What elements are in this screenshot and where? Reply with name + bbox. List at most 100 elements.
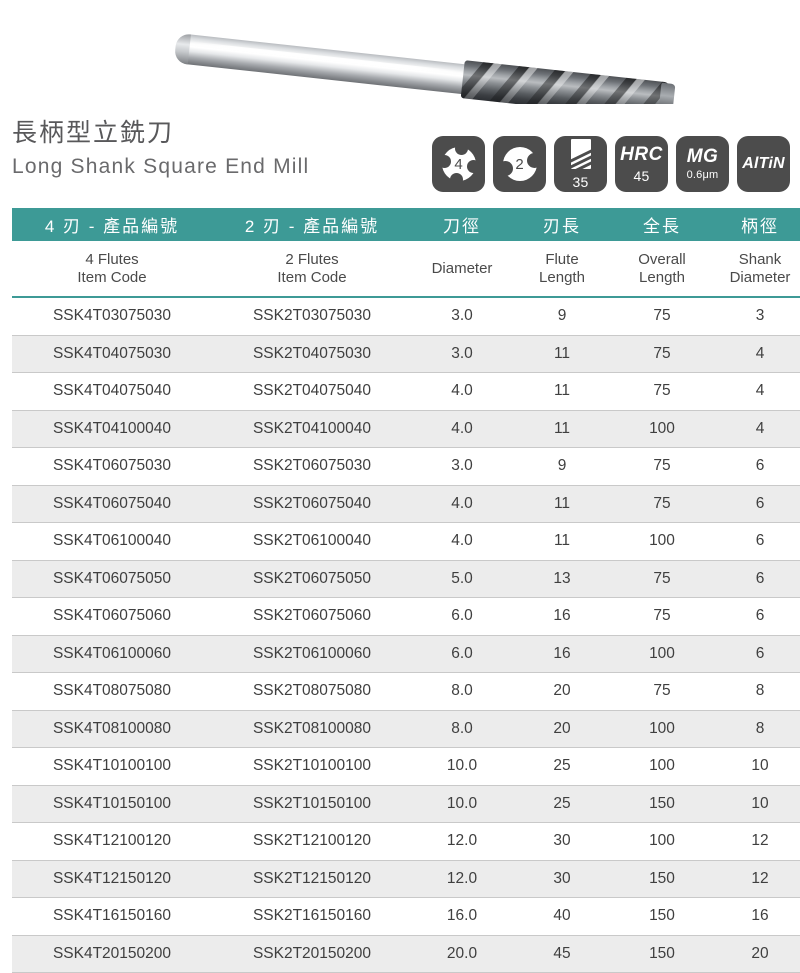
spec-badge-group: 4 2 35 HRC 45 MG 0.6μm AlTiN	[432, 136, 790, 192]
cell-overall-length: 75	[612, 335, 712, 373]
cell-overall-length: 100	[612, 522, 712, 561]
four-flute-cross-section-icon: 4	[437, 142, 480, 186]
table-header-row-chinese: 4 刃 - 產品編號 2 刃 - 產品編號 刀徑 刃長 全長 柄徑	[12, 208, 800, 241]
cell-shank-diameter: 16	[712, 897, 800, 936]
table-row: SSK4T06100040 SSK2T06100040 4.0 11 100 6	[12, 522, 800, 561]
cell-flute-length: 13	[512, 560, 612, 598]
cell-flute-length: 45	[512, 935, 612, 973]
cell-item-code-2-flutes: SSK2T16150160	[212, 897, 412, 936]
header-cn-shank-diameter: 柄徑	[712, 208, 800, 241]
specification-table-body: SSK4T03075030 SSK2T03075030 3.0 9 75 3 SSK4T04…	[12, 297, 800, 973]
header-cn-diameter: 刀徑	[412, 208, 512, 241]
flutes-4-value: 4	[454, 155, 463, 173]
cell-flute-length: 25	[512, 785, 612, 823]
table-row: SSK4T04075040 SSK2T04075040 4.0 11 75 4	[12, 372, 800, 411]
flutes-2-badge: 2	[493, 136, 546, 192]
cell-flute-length: 11	[512, 410, 612, 448]
cell-diameter: 5.0	[412, 560, 512, 598]
cell-item-code-4-flutes: SSK4T12100120	[12, 822, 212, 861]
cell-overall-length: 150	[612, 935, 712, 973]
table-row: SSK4T06075040 SSK2T06075040 4.0 11 75 6	[12, 485, 800, 523]
cell-flute-length: 20	[512, 710, 612, 748]
cell-item-code-2-flutes: SSK2T08100080	[212, 710, 412, 748]
cell-item-code-2-flutes: SSK2T06075030	[212, 447, 412, 486]
coating-thickness-badge: MG 0.6μm	[676, 136, 729, 192]
cell-item-code-2-flutes: SSK2T06100040	[212, 522, 412, 561]
header-cn-flute-length: 刃長	[512, 208, 612, 241]
cell-flute-length: 11	[512, 522, 612, 561]
table-row: SSK4T04075030 SSK2T04075030 3.0 11 75 4	[12, 335, 800, 373]
cell-item-code-2-flutes: SSK2T08075080	[212, 672, 412, 711]
cell-diameter: 3.0	[412, 297, 512, 336]
table-row: SSK4T08075080 SSK2T08075080 8.0 20 75 8	[12, 672, 800, 711]
cell-item-code-2-flutes: SSK2T06075050	[212, 560, 412, 598]
cell-item-code-2-flutes: SSK2T20150200	[212, 935, 412, 973]
cell-diameter: 3.0	[412, 447, 512, 486]
specification-table: 4 刃 - 產品編號 2 刃 - 產品編號 刀徑 刃長 全長 柄徑 4 Flut…	[12, 208, 800, 973]
header-cn-overall-length: 全長	[612, 208, 712, 241]
cell-item-code-2-flutes: SSK2T04075030	[212, 335, 412, 373]
cell-diameter: 4.0	[412, 485, 512, 523]
table-row: SSK4T03075030 SSK2T03075030 3.0 9 75 3	[12, 297, 800, 336]
cell-overall-length: 100	[612, 747, 712, 786]
header-en-diameter: Diameter	[412, 241, 512, 298]
cell-overall-length: 75	[612, 485, 712, 523]
cell-flute-length: 16	[512, 597, 612, 636]
coating-type-label: AlTiN	[742, 155, 785, 172]
cell-shank-diameter: 12	[712, 822, 800, 861]
table-header-row-english: 4 Flutes Item Code 2 Flutes Item Code Diam…	[12, 241, 800, 298]
cell-item-code-4-flutes: SSK4T12150120	[12, 860, 212, 898]
coating-thickness-value: 0.6μm	[686, 169, 719, 181]
cell-item-code-4-flutes: SSK4T10150100	[12, 785, 212, 823]
cell-item-code-4-flutes: SSK4T06075040	[12, 485, 212, 523]
cell-overall-length: 150	[612, 785, 712, 823]
cell-shank-diameter: 8	[712, 672, 800, 711]
cell-flute-length: 9	[512, 447, 612, 486]
cell-diameter: 12.0	[412, 860, 512, 898]
cell-shank-diameter: 10	[712, 747, 800, 786]
cell-shank-diameter: 6	[712, 597, 800, 636]
product-title-chinese: 長柄型立銑刀	[12, 119, 175, 147]
cell-item-code-4-flutes: SSK4T04075030	[12, 335, 212, 373]
cell-item-code-2-flutes: SSK2T10150100	[212, 785, 412, 823]
cell-item-code-4-flutes: SSK4T08075080	[12, 672, 212, 711]
tool-cutting-tip	[657, 82, 676, 104]
coating-grade-label: MG	[686, 146, 719, 167]
table-row: SSK4T06075060 SSK2T06075060 6.0 16 75 6	[12, 597, 800, 636]
cell-flute-length: 30	[512, 860, 612, 898]
cell-item-code-4-flutes: SSK4T06100040	[12, 522, 212, 561]
cell-overall-length: 100	[612, 822, 712, 861]
cell-shank-diameter: 3	[712, 297, 800, 336]
cell-item-code-2-flutes: SSK2T06100060	[212, 635, 412, 673]
cell-item-code-4-flutes: SSK4T20150200	[12, 935, 212, 973]
two-flute-cross-section-icon: 2	[497, 147, 542, 181]
cell-flute-length: 25	[512, 747, 612, 786]
table-row: SSK4T06075050 SSK2T06075050 5.0 13 75 6	[12, 560, 800, 598]
flutes-4-badge: 4	[432, 136, 485, 192]
header-en-flute-length: Flute Length	[512, 241, 612, 298]
header-en-overall-length: Overall Length	[612, 241, 712, 298]
cell-overall-length: 100	[612, 635, 712, 673]
cell-item-code-4-flutes: SSK4T04100040	[12, 410, 212, 448]
cell-item-code-2-flutes: SSK2T03075030	[212, 297, 412, 336]
cell-overall-length: 75	[612, 297, 712, 336]
cell-diameter: 6.0	[412, 597, 512, 636]
table-row: SSK4T04100040 SSK2T04100040 4.0 11 100 4	[12, 410, 800, 448]
end-mill-illustration	[172, 16, 677, 104]
header-cn-item-code-4f: 4 刃 - 產品編號	[12, 208, 212, 241]
cell-overall-length: 75	[612, 372, 712, 411]
cell-overall-length: 75	[612, 672, 712, 711]
cell-item-code-4-flutes: SSK4T06075050	[12, 560, 212, 598]
cell-shank-diameter: 10	[712, 785, 800, 823]
cell-shank-diameter: 6	[712, 485, 800, 523]
cell-overall-length: 100	[612, 710, 712, 748]
cell-shank-diameter: 4	[712, 410, 800, 448]
cell-diameter: 4.0	[412, 372, 512, 411]
helix-angle-value: 35	[572, 174, 589, 190]
cell-overall-length: 75	[612, 597, 712, 636]
header-cn-item-code-2f: 2 刃 - 產品編號	[212, 208, 412, 241]
cell-item-code-4-flutes: SSK4T06075030	[12, 447, 212, 486]
cell-flute-length: 30	[512, 822, 612, 861]
table-row: SSK4T20150200 SSK2T20150200 20.0 45 150 20	[12, 935, 800, 973]
product-image	[0, 0, 800, 104]
